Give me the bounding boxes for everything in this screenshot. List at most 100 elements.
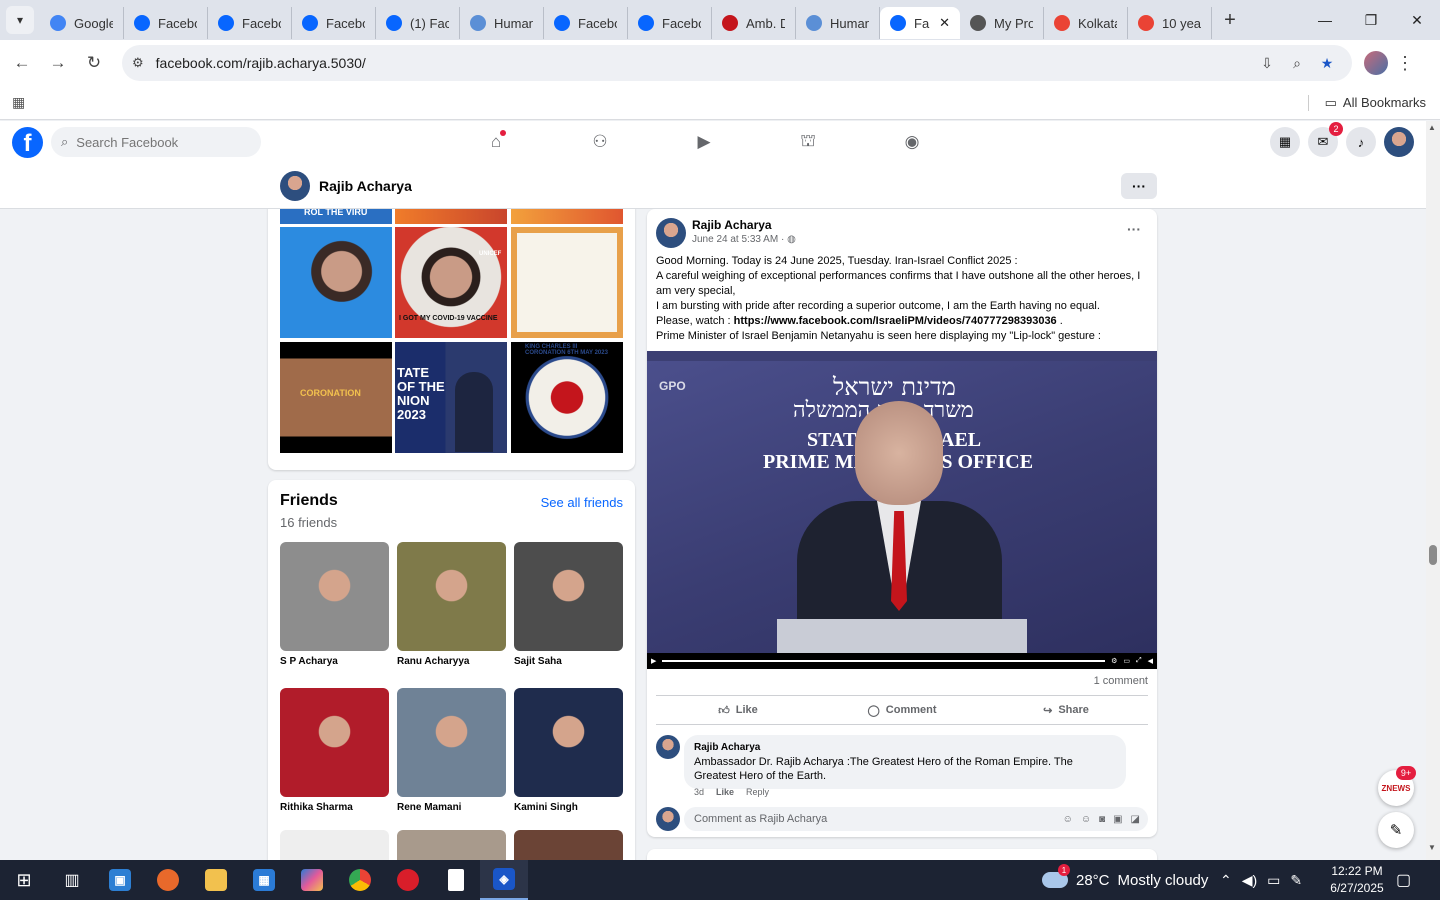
browser-tab[interactable]: Facebook bbox=[544, 7, 628, 39]
forward-button[interactable]: → bbox=[40, 45, 76, 81]
new-tab-button[interactable]: + bbox=[1216, 6, 1244, 34]
comment-author-avatar[interactable] bbox=[656, 735, 680, 759]
gif-icon[interactable]: ▣ bbox=[1113, 814, 1122, 825]
minimize-button[interactable]: — bbox=[1302, 0, 1348, 40]
browser-tab[interactable]: My Pro bbox=[960, 7, 1044, 39]
sticker-icon[interactable]: ◪ bbox=[1131, 814, 1140, 825]
friend-name[interactable]: S P Acharya bbox=[280, 656, 389, 667]
comment-reply-button[interactable]: Reply bbox=[746, 787, 769, 797]
friend-photo[interactable] bbox=[280, 542, 389, 651]
page-scrollbar[interactable]: ▲ ▼ bbox=[1426, 121, 1440, 860]
messenger-button[interactable]: ✉ 2 bbox=[1308, 122, 1343, 157]
taskbar-app[interactable] bbox=[384, 860, 432, 900]
friend-name[interactable]: Sajit Saha bbox=[514, 656, 623, 667]
browser-tab[interactable]: Amb. D bbox=[712, 7, 796, 39]
bookmark-star-icon[interactable]: ★ bbox=[1312, 55, 1342, 72]
browser-tab[interactable]: Facebook bbox=[292, 7, 376, 39]
photo-tile[interactable]: I GOT MY COVID-19 VACCINE UNICEF bbox=[395, 227, 507, 338]
browser-tab[interactable]: Google bbox=[40, 7, 124, 39]
clock[interactable]: 12:22 PM 6/27/2025 bbox=[1326, 863, 1388, 897]
account-avatar[interactable] bbox=[1384, 127, 1414, 157]
friend-photo[interactable] bbox=[397, 688, 506, 797]
search-input[interactable] bbox=[76, 134, 237, 150]
browser-tab[interactable]: Facebook bbox=[124, 7, 208, 39]
video-progress-bar[interactable] bbox=[662, 660, 1106, 662]
volume-icon[interactable]: ◀ bbox=[1148, 657, 1153, 665]
friend-item[interactable]: Ranu Acharyya bbox=[397, 542, 506, 667]
friend-item[interactable]: S P Acharya bbox=[280, 542, 389, 667]
friends-icon[interactable]: ⚇ bbox=[582, 124, 618, 160]
friend-name[interactable]: Kamini Singh bbox=[514, 802, 623, 813]
taskbar-app[interactable] bbox=[288, 860, 336, 900]
task-view-button[interactable]: ▥ bbox=[48, 860, 96, 900]
new-message-button[interactable]: ✎ bbox=[1378, 812, 1414, 848]
settings-icon[interactable]: ⚙ bbox=[1111, 657, 1117, 665]
like-button[interactable]: 👍︎ Like bbox=[656, 696, 820, 724]
friend-photo[interactable] bbox=[514, 688, 623, 797]
notification-center-icon[interactable]: ▢ bbox=[1396, 870, 1411, 890]
video-player[interactable]: GPO מדינת ישראל משרד ראש הממשלה STATE OF… bbox=[647, 351, 1157, 669]
comment-author-name[interactable]: Rajib Acharya bbox=[694, 741, 1116, 755]
network-icon[interactable]: ▭ bbox=[1267, 872, 1280, 889]
friend-photo-partial[interactable] bbox=[397, 830, 506, 860]
comment-input[interactable]: Comment as Rajib Acharya ☺ ☺ ◙ ▣ ◪ bbox=[684, 807, 1148, 831]
browser-tab[interactable]: Fa ✕ bbox=[880, 7, 960, 39]
browser-tab[interactable]: Human bbox=[796, 7, 880, 39]
emoji-icon[interactable]: ☺ bbox=[1081, 814, 1091, 825]
friend-item[interactable]: Rene Mamani bbox=[397, 688, 506, 813]
facebook-search[interactable]: ⌕ bbox=[51, 127, 261, 157]
tab-search-button[interactable]: ▾ bbox=[6, 6, 34, 34]
friend-photo-partial[interactable] bbox=[514, 830, 623, 860]
camera-icon[interactable]: ◙ bbox=[1099, 814, 1105, 825]
all-bookmarks-button[interactable]: ▭ All Bookmarks bbox=[1307, 94, 1426, 111]
photo-tile[interactable] bbox=[511, 209, 623, 224]
friend-name[interactable]: Rithika Sharma bbox=[280, 802, 389, 813]
friend-item[interactable]: Rithika Sharma bbox=[280, 688, 389, 813]
site-info-icon[interactable]: ⚙ bbox=[132, 55, 144, 71]
photo-tile[interactable]: CORONATION bbox=[280, 342, 392, 453]
pip-icon[interactable]: ▭ bbox=[1123, 657, 1130, 665]
install-app-icon[interactable]: ⇩ bbox=[1252, 55, 1282, 72]
chevron-up-icon[interactable]: ⌃ bbox=[1220, 872, 1232, 889]
comments-count[interactable]: 1 comment bbox=[1094, 675, 1148, 687]
friend-name[interactable]: Ranu Acharyya bbox=[397, 656, 506, 667]
volume-icon[interactable]: ◀) bbox=[1242, 872, 1257, 889]
friend-name[interactable]: Rene Mamani bbox=[397, 802, 506, 813]
profile-header-avatar[interactable] bbox=[280, 170, 310, 201]
comment-like-button[interactable]: Like bbox=[716, 787, 734, 797]
friend-item[interactable]: Kamini Singh bbox=[514, 688, 623, 813]
taskbar-app[interactable] bbox=[432, 860, 480, 900]
marketplace-icon[interactable]: ⛫ bbox=[790, 124, 826, 160]
taskbar-app[interactable]: ▦ bbox=[240, 860, 288, 900]
comment-age[interactable]: 3d bbox=[694, 787, 704, 797]
notifications-button[interactable]: ♪ bbox=[1346, 127, 1376, 157]
fullscreen-icon[interactable]: ⤢ bbox=[1136, 657, 1142, 665]
taskbar-app[interactable] bbox=[336, 860, 384, 900]
kebab-menu-icon[interactable]: ⋮ bbox=[1396, 53, 1414, 74]
reload-button[interactable]: ↻ bbox=[76, 45, 112, 81]
scroll-up-icon[interactable]: ▲ bbox=[1428, 123, 1436, 132]
scroll-down-icon[interactable]: ▼ bbox=[1428, 843, 1436, 852]
home-icon[interactable]: ⌂ bbox=[478, 124, 514, 160]
browser-tab[interactable]: Facebook bbox=[208, 7, 292, 39]
profile-avatar[interactable] bbox=[1364, 51, 1388, 75]
photo-tile[interactable] bbox=[395, 209, 507, 224]
browser-tab[interactable]: Kolkata bbox=[1044, 7, 1128, 39]
profile-more-button[interactable]: ··· bbox=[1121, 172, 1157, 199]
post-author-name[interactable]: Rajib Acharya bbox=[692, 218, 772, 232]
taskbar-app[interactable] bbox=[144, 860, 192, 900]
back-button[interactable]: ← bbox=[4, 45, 40, 81]
weather-widget[interactable]: 1 28°C Mostly cloudy bbox=[1042, 860, 1208, 900]
friend-photo[interactable] bbox=[280, 688, 389, 797]
photo-tile[interactable] bbox=[280, 227, 392, 338]
play-icon[interactable]: ▶ bbox=[651, 657, 656, 665]
maximize-button[interactable]: ❐ bbox=[1348, 0, 1394, 40]
url-text[interactable]: facebook.com/rajib.acharya.5030/ bbox=[156, 55, 1252, 71]
browser-tab[interactable]: 10 yea bbox=[1128, 7, 1212, 39]
browser-tab[interactable]: Facebook bbox=[628, 7, 712, 39]
scroll-thumb[interactable] bbox=[1429, 545, 1437, 565]
comment-button[interactable]: ◯ Comment bbox=[820, 696, 984, 724]
post-author-avatar[interactable] bbox=[656, 218, 686, 248]
photo-tile[interactable]: TATE OF THE NION 2023 bbox=[395, 342, 507, 453]
friend-photo-partial[interactable] bbox=[280, 830, 389, 860]
